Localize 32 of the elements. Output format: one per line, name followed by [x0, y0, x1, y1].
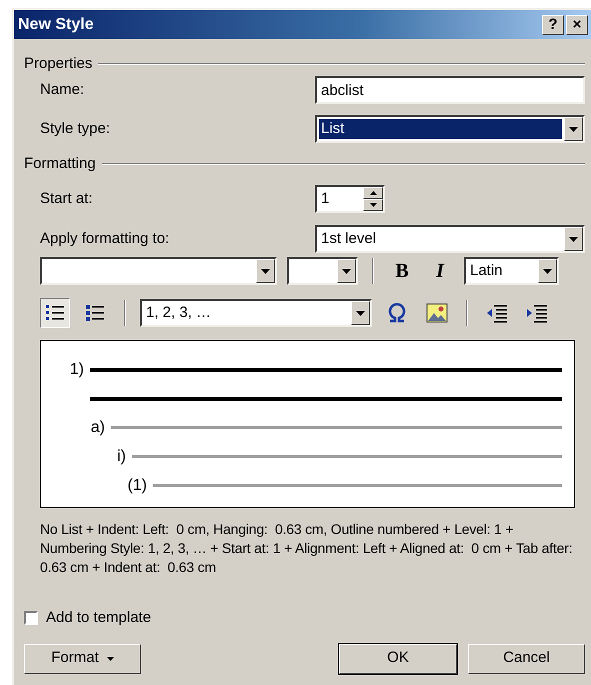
- level-label: (1): [126, 476, 148, 496]
- level-label: 1): [68, 360, 85, 380]
- numbered-list-icon[interactable]: [40, 298, 70, 328]
- field-label: Name:: [40, 80, 86, 100]
- help-button[interactable]: ?: [542, 14, 564, 34]
- start-at-spinner[interactable]: 1: [315, 185, 385, 213]
- close-button[interactable]: ×: [566, 14, 588, 34]
- ok-button[interactable]: OK: [339, 644, 457, 674]
- field-label: Apply formatting to:: [40, 228, 170, 249]
- group-label: Properties: [24, 54, 94, 74]
- field-label: Start at:: [40, 188, 94, 209]
- cancel-button[interactable]: Cancel: [468, 644, 585, 674]
- style-type-dropdown[interactable]: List: [315, 115, 585, 143]
- window-title: New Style: [18, 14, 95, 34]
- italic-button[interactable]: I: [426, 257, 454, 285]
- dropdown[interactable]: 1, 2, 3, …: [140, 299, 372, 327]
- empty-dropdown[interactable]: [40, 257, 277, 285]
- caret-icon: [106, 656, 114, 660]
- style-description: No List + Indent: Left: 0 cm, Hanging: 0.63 cm, Outline numbered + Level: 1 + Numbering Style: 1, 2, 3, … + Start at: 1 + Alignment: Left + Aligned at: 0 cm + Tab after: 0.63 cm + Indent at: 0.63 cm: [40, 520, 574, 577]
- format-button[interactable]: Format: [24, 644, 141, 674]
- field-label: Style type:: [40, 118, 112, 139]
- apply-formatting-dropdown[interactable]: 1st level: [315, 225, 585, 253]
- name-field[interactable]: abclist: [315, 76, 585, 104]
- bold-button[interactable]: B: [388, 257, 416, 285]
- dropdown[interactable]: Latin: [464, 257, 559, 285]
- group-label: Formatting: [24, 154, 97, 174]
- level-label: a): [90, 418, 106, 438]
- empty-dropdown[interactable]: [287, 257, 358, 285]
- level-label: i): [116, 446, 127, 466]
- checkbox-label: Add to template: [46, 608, 152, 628]
- add-to-template-checkbox[interactable]: [24, 611, 38, 626]
- spinner-arrows-icon[interactable]: [363, 187, 383, 211]
